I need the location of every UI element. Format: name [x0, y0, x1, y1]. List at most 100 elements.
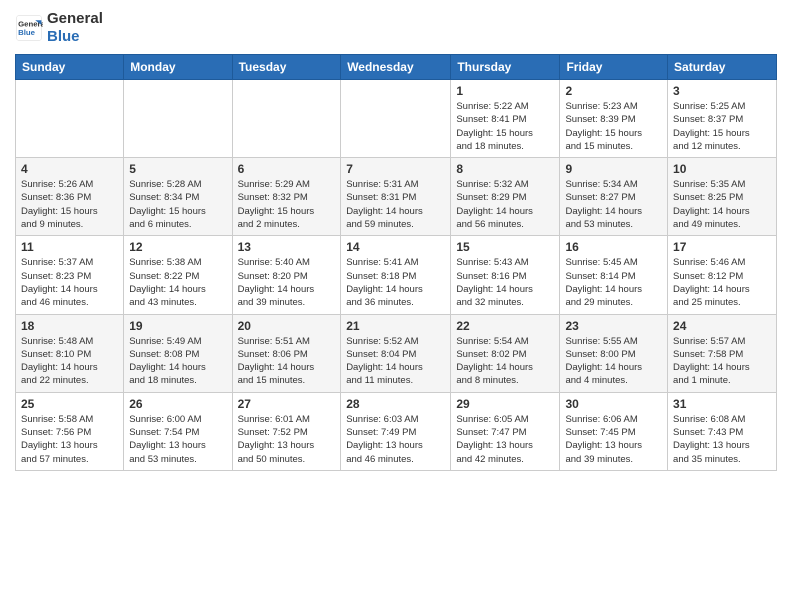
day-info: Sunrise: 5:45 AM Sunset: 8:14 PM Dayligh… — [565, 256, 662, 309]
weekday-header-thursday: Thursday — [451, 55, 560, 80]
day-number: 26 — [129, 397, 226, 411]
day-number: 5 — [129, 162, 226, 176]
day-info: Sunrise: 5:23 AM Sunset: 8:39 PM Dayligh… — [565, 100, 662, 153]
day-cell: 17 Sunrise: 5:46 AM Sunset: 8:12 PM Dayli… — [668, 236, 777, 314]
day-cell: 7 Sunrise: 5:31 AM Sunset: 8:31 PM Daylig… — [341, 158, 451, 236]
day-info: Sunrise: 6:06 AM Sunset: 7:45 PM Dayligh… — [565, 413, 662, 466]
day-info: Sunrise: 5:41 AM Sunset: 8:18 PM Dayligh… — [346, 256, 445, 309]
day-number: 14 — [346, 240, 445, 254]
day-number: 20 — [238, 319, 336, 333]
day-info: Sunrise: 5:55 AM Sunset: 8:00 PM Dayligh… — [565, 335, 662, 388]
day-cell: 27Sunrise: 6:01 AM Sunset: 7:52 PM Dayli… — [232, 392, 341, 470]
day-info: Sunrise: 5:38 AM Sunset: 8:22 PM Dayligh… — [129, 256, 226, 309]
day-number: 24 — [673, 319, 771, 333]
weekday-header-friday: Friday — [560, 55, 668, 80]
week-row-1: 1 Sunrise: 5:22 AM Sunset: 8:41 PM Daylig… — [16, 80, 777, 158]
day-cell: 30Sunrise: 6:06 AM Sunset: 7:45 PM Dayli… — [560, 392, 668, 470]
day-number: 4 — [21, 162, 118, 176]
day-info: Sunrise: 5:49 AM Sunset: 8:08 PM Dayligh… — [129, 335, 226, 388]
day-cell: 28 Sunrise: 6:03 AM Sunset: 7:49 PM Dayli… — [341, 392, 451, 470]
day-number: 21 — [346, 319, 445, 333]
day-info: Sunrise: 6:00 AM Sunset: 7:54 PM Dayligh… — [129, 413, 226, 466]
logo-icon: General Blue — [15, 14, 43, 42]
day-cell: 3 Sunrise: 5:25 AM Sunset: 8:37 PM Daylig… — [668, 80, 777, 158]
day-info: Sunrise: 5:58 AM Sunset: 7:56 PM Dayligh… — [21, 413, 118, 466]
day-number: 11 — [21, 240, 118, 254]
day-number: 22 — [456, 319, 554, 333]
week-row-5: 25 Sunrise: 5:58 AM Sunset: 7:56 PM Dayli… — [16, 392, 777, 470]
day-cell: 20 Sunrise: 5:51 AM Sunset: 8:06 PM Dayli… — [232, 314, 341, 392]
day-number: 29 — [456, 397, 554, 411]
day-info: Sunrise: 5:48 AM Sunset: 8:10 PM Dayligh… — [21, 335, 118, 388]
day-info: Sunrise: 5:35 AM Sunset: 8:25 PM Dayligh… — [673, 178, 771, 231]
weekday-header-row: SundayMondayTuesdayWednesdayThursdayFrid… — [16, 55, 777, 80]
day-cell: 22 Sunrise: 5:54 AM Sunset: 8:02 PM Dayli… — [451, 314, 560, 392]
day-cell: 12 Sunrise: 5:38 AM Sunset: 8:22 PM Dayli… — [124, 236, 232, 314]
day-cell: 18 Sunrise: 5:48 AM Sunset: 8:10 PM Dayli… — [16, 314, 124, 392]
day-number: 7 — [346, 162, 445, 176]
day-number: 23 — [565, 319, 662, 333]
day-cell: 2 Sunrise: 5:23 AM Sunset: 8:39 PM Daylig… — [560, 80, 668, 158]
day-number: 10 — [673, 162, 771, 176]
day-info: Sunrise: 5:31 AM Sunset: 8:31 PM Dayligh… — [346, 178, 445, 231]
day-info: Sunrise: 5:32 AM Sunset: 8:29 PM Dayligh… — [456, 178, 554, 231]
day-cell: 9 Sunrise: 5:34 AM Sunset: 8:27 PM Daylig… — [560, 158, 668, 236]
logo-text: GeneralBlue — [47, 10, 103, 46]
day-info: Sunrise: 5:25 AM Sunset: 8:37 PM Dayligh… — [673, 100, 771, 153]
day-number: 1 — [456, 84, 554, 98]
day-cell: 10 Sunrise: 5:35 AM Sunset: 8:25 PM Dayli… — [668, 158, 777, 236]
day-info: Sunrise: 5:34 AM Sunset: 8:27 PM Dayligh… — [565, 178, 662, 231]
day-number: 9 — [565, 162, 662, 176]
day-cell: 24 Sunrise: 5:57 AM Sunset: 7:58 PM Dayli… — [668, 314, 777, 392]
day-cell: 5 Sunrise: 5:28 AM Sunset: 8:34 PM Daylig… — [124, 158, 232, 236]
day-info: Sunrise: 5:29 AM Sunset: 8:32 PM Dayligh… — [238, 178, 336, 231]
day-cell: 8 Sunrise: 5:32 AM Sunset: 8:29 PM Daylig… — [451, 158, 560, 236]
day-info: Sunrise: 5:26 AM Sunset: 8:36 PM Dayligh… — [21, 178, 118, 231]
day-cell — [16, 80, 124, 158]
day-number: 13 — [238, 240, 336, 254]
week-row-3: 11Sunrise: 5:37 AM Sunset: 8:23 PM Dayli… — [16, 236, 777, 314]
weekday-header-tuesday: Tuesday — [232, 55, 341, 80]
day-number: 3 — [673, 84, 771, 98]
day-number: 27 — [238, 397, 336, 411]
day-info: Sunrise: 6:03 AM Sunset: 7:49 PM Dayligh… — [346, 413, 445, 466]
svg-text:Blue: Blue — [18, 28, 36, 37]
day-info: Sunrise: 6:08 AM Sunset: 7:43 PM Dayligh… — [673, 413, 771, 466]
day-cell: 29 Sunrise: 6:05 AM Sunset: 7:47 PM Dayli… — [451, 392, 560, 470]
day-number: 31 — [673, 397, 771, 411]
day-number: 6 — [238, 162, 336, 176]
day-number: 12 — [129, 240, 226, 254]
day-info: Sunrise: 5:57 AM Sunset: 7:58 PM Dayligh… — [673, 335, 771, 388]
day-number: 19 — [129, 319, 226, 333]
week-row-4: 18 Sunrise: 5:48 AM Sunset: 8:10 PM Dayli… — [16, 314, 777, 392]
day-info: Sunrise: 6:05 AM Sunset: 7:47 PM Dayligh… — [456, 413, 554, 466]
day-cell: 13 Sunrise: 5:40 AM Sunset: 8:20 PM Dayli… — [232, 236, 341, 314]
day-cell: 15Sunrise: 5:43 AM Sunset: 8:16 PM Dayli… — [451, 236, 560, 314]
day-cell — [341, 80, 451, 158]
day-cell: 19 Sunrise: 5:49 AM Sunset: 8:08 PM Dayli… — [124, 314, 232, 392]
day-cell: 1 Sunrise: 5:22 AM Sunset: 8:41 PM Daylig… — [451, 80, 560, 158]
day-number: 25 — [21, 397, 118, 411]
day-info: Sunrise: 5:22 AM Sunset: 8:41 PM Dayligh… — [456, 100, 554, 153]
week-row-2: 4 Sunrise: 5:26 AM Sunset: 8:36 PM Daylig… — [16, 158, 777, 236]
day-info: Sunrise: 5:54 AM Sunset: 8:02 PM Dayligh… — [456, 335, 554, 388]
day-info: Sunrise: 5:51 AM Sunset: 8:06 PM Dayligh… — [238, 335, 336, 388]
day-info: Sunrise: 5:28 AM Sunset: 8:34 PM Dayligh… — [129, 178, 226, 231]
day-number: 18 — [21, 319, 118, 333]
day-number: 8 — [456, 162, 554, 176]
weekday-header-wednesday: Wednesday — [341, 55, 451, 80]
day-info: Sunrise: 5:52 AM Sunset: 8:04 PM Dayligh… — [346, 335, 445, 388]
header: General Blue GeneralBlue — [15, 10, 777, 46]
day-info: Sunrise: 5:40 AM Sunset: 8:20 PM Dayligh… — [238, 256, 336, 309]
day-cell: 23 Sunrise: 5:55 AM Sunset: 8:00 PM Dayli… — [560, 314, 668, 392]
day-number: 28 — [346, 397, 445, 411]
day-cell — [232, 80, 341, 158]
day-number: 17 — [673, 240, 771, 254]
weekday-header-sunday: Sunday — [16, 55, 124, 80]
day-cell: 4 Sunrise: 5:26 AM Sunset: 8:36 PM Daylig… — [16, 158, 124, 236]
day-cell: 16 Sunrise: 5:45 AM Sunset: 8:14 PM Dayli… — [560, 236, 668, 314]
day-number: 2 — [565, 84, 662, 98]
day-number: 16 — [565, 240, 662, 254]
day-cell: 21 Sunrise: 5:52 AM Sunset: 8:04 PM Dayli… — [341, 314, 451, 392]
day-info: Sunrise: 5:46 AM Sunset: 8:12 PM Dayligh… — [673, 256, 771, 309]
